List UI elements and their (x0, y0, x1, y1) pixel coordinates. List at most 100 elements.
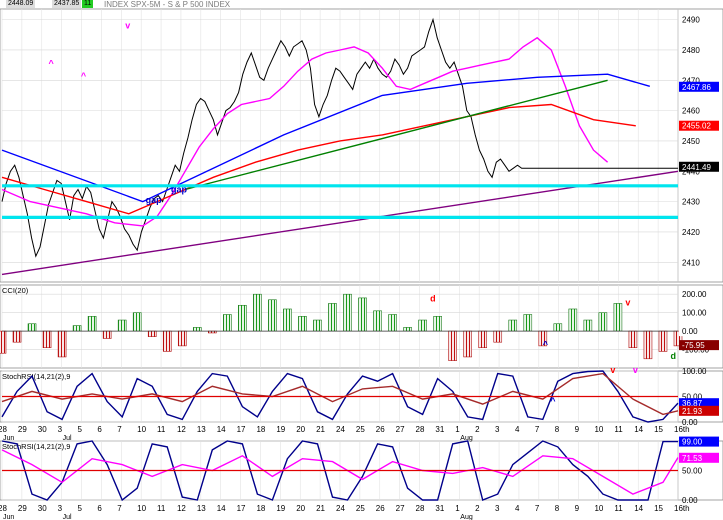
x-tick-label: 30 (38, 425, 47, 434)
x-tick-label: 4 (515, 504, 520, 513)
x-tick-label: 2 (475, 504, 480, 513)
cci-bar (192, 327, 202, 332)
x-tick-label: 30 (38, 504, 47, 513)
cci-bar (27, 323, 37, 332)
x-tick-label: 31 (435, 504, 444, 513)
price-label: 2441.49 (682, 163, 711, 172)
cci-bar (613, 303, 623, 332)
x-tick-label: 28 (416, 504, 425, 513)
x-tick-label: 1 (455, 425, 460, 434)
y-tick-label: 100.00 (682, 367, 707, 376)
x-tick-label: 5 (78, 425, 83, 434)
cci-bar (283, 308, 292, 332)
cci-bar (87, 316, 97, 332)
panel-title: CCI(20) (2, 286, 29, 295)
cci-bar (583, 319, 593, 332)
cci-bar (658, 330, 668, 352)
cci-bar (568, 308, 578, 332)
x-tick-label: 1 (455, 504, 460, 513)
x-tick-label: 7 (117, 425, 122, 434)
cci-bar (418, 319, 427, 332)
cci-bar (162, 330, 172, 352)
x-tick-label: 14 (217, 425, 226, 434)
x-tick-label: 31 (435, 425, 444, 434)
cci-bar (493, 330, 503, 343)
annotation-label: ^ (81, 71, 87, 81)
cci-bar (553, 323, 563, 332)
x-tick-label: 25 (356, 425, 365, 434)
x-tick-label: 17 (237, 425, 246, 434)
x-tick-label: 10 (137, 504, 146, 513)
cci-bar (0, 330, 7, 354)
x-tick-label: 16th (674, 504, 690, 513)
x-tick-label: 7 (535, 504, 540, 513)
cci-bar (253, 293, 262, 332)
cci-bar (448, 330, 457, 361)
x-tick-label: 18 (256, 425, 265, 434)
x-tick-label: 27 (396, 425, 405, 434)
cci-bar (628, 330, 638, 349)
x-tick-label: 20 (296, 504, 305, 513)
x-tick-label: 27 (396, 504, 405, 513)
annotation-label: ^ (550, 396, 556, 406)
x-tick-label: 25 (356, 504, 365, 513)
x-tick-label: 3 (495, 504, 500, 513)
cci-bar (403, 327, 412, 332)
x-tick-label: 8 (555, 425, 560, 434)
annotation-label: v (610, 365, 615, 375)
x-tick-label: 12 (177, 504, 186, 513)
x-tick-label: 9 (575, 425, 580, 434)
x-tick-label: 29 (18, 425, 27, 434)
cci-bar (598, 312, 608, 332)
cci-bar (298, 316, 307, 332)
x-tick-label: 29 (18, 504, 27, 513)
x-tick-label: 9 (575, 504, 580, 513)
cci-bar (478, 330, 488, 349)
x-tick-label: 11 (614, 504, 623, 513)
x-tick-label: 28 (0, 504, 7, 513)
y-tick-label: 200.00 (682, 290, 707, 299)
price-label: -75.95 (682, 341, 705, 350)
x-tick-label: 14 (217, 504, 226, 513)
x-tick-label: 12 (177, 425, 186, 434)
x-tick-label: 15 (654, 504, 663, 513)
chart-window: 2448.09 2437.85 11 INDEX SPX-5M - S & P … (0, 0, 723, 520)
y-tick-label: 2480 (682, 46, 700, 55)
cci-bar (523, 314, 533, 332)
x-tick-label: 26 (376, 425, 385, 434)
x-tick-label: 21 (316, 425, 325, 434)
annotation-label: ^ (543, 340, 549, 350)
x-tick-label: 14 (634, 425, 643, 434)
annotation-label: d (430, 294, 436, 304)
cci-bar (42, 330, 52, 349)
y-tick-label: 100.00 (682, 309, 707, 318)
cci-bar (117, 319, 127, 332)
price-label: 2467.86 (682, 83, 711, 92)
cci-bar (358, 297, 367, 332)
panel-title: StochRSI(14,21(2),9 (2, 372, 70, 381)
x-tick-label: 10 (594, 425, 603, 434)
annotation-label: ^ (48, 59, 54, 69)
month-label: Jul (63, 514, 72, 520)
annotation-label: v (633, 365, 638, 375)
cci-bar (313, 319, 322, 332)
cci-bar (328, 303, 337, 332)
x-tick-label: 26 (376, 504, 385, 513)
annotation-label: v (125, 21, 130, 31)
chart-svg[interactable]: 2410242024302440245024602470248024902467… (0, 0, 723, 520)
x-tick-label: 8 (555, 504, 560, 513)
cci-bar (388, 314, 397, 332)
annotation-label: gap (171, 185, 188, 195)
x-tick-label: 11 (157, 504, 166, 513)
cci-bar (508, 319, 518, 332)
x-tick-label: 21 (316, 504, 325, 513)
x-tick-label: 5 (78, 504, 83, 513)
price-label: 2455.02 (682, 122, 711, 131)
x-tick-label: 14 (634, 504, 643, 513)
x-tick-label: 28 (0, 425, 7, 434)
month-label: Aug (460, 435, 473, 442)
x-tick-label: 18 (256, 504, 265, 513)
x-tick-label: 17 (237, 504, 246, 513)
month-label: Jul (63, 435, 72, 442)
x-tick-label: 6 (97, 504, 102, 513)
